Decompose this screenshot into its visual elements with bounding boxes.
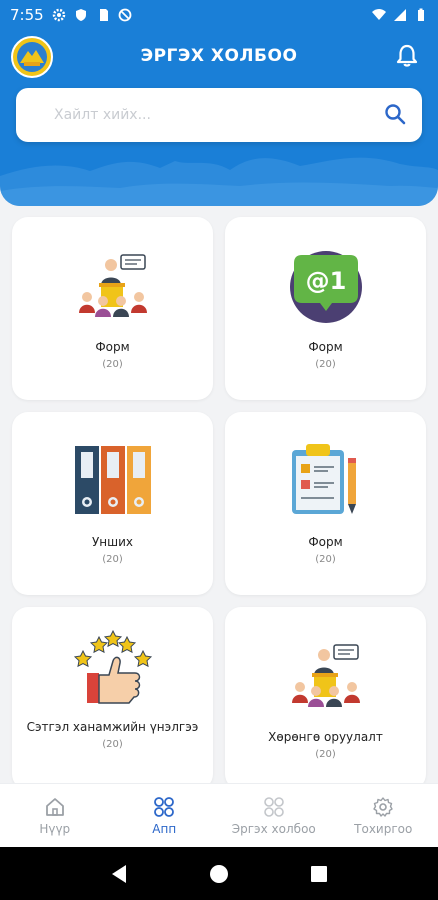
card-title: Хөрөнгө оруулалт <box>268 730 383 744</box>
app-card[interactable]: Форм (20) <box>225 412 426 595</box>
apps-icon <box>154 796 175 817</box>
status-time: 7:55 <box>10 6 44 24</box>
signal-icon <box>394 9 406 21</box>
app-grid: Форм (20) @1 Форм (20) Унших (20) Форм (… <box>12 217 427 790</box>
notification-bell-icon[interactable] <box>396 44 418 68</box>
card-title: Унших <box>91 535 134 549</box>
app-card[interactable]: Хөрөнгө оруулалт (20) <box>225 607 426 790</box>
back-icon[interactable] <box>110 864 128 884</box>
card-count: (20) <box>315 554 336 565</box>
thumbs-up-stars-icon <box>73 629 152 704</box>
presentation-icon <box>78 254 147 317</box>
apps-icon <box>263 796 284 817</box>
card-title: Форм <box>308 340 343 354</box>
card-count: (20) <box>315 359 336 370</box>
system-navigation-bar <box>0 847 438 900</box>
nav-label: Тохиргоо <box>354 821 413 836</box>
search-bar <box>16 88 422 142</box>
home-circle-icon[interactable] <box>209 864 229 884</box>
battery-icon <box>418 8 424 21</box>
mail-chat-icon: @1 <box>289 251 362 323</box>
wifi-icon <box>372 9 386 20</box>
svg-text:@1: @1 <box>305 267 346 295</box>
clipboard-icon <box>291 444 356 514</box>
bottom-navigation: Нүүр Апп Эргэх холбоо Тохиргоо <box>0 783 438 847</box>
app-card[interactable]: Сэтгэл ханамжийн үнэлгээ (20) <box>12 607 213 790</box>
home-icon <box>45 797 64 816</box>
card-count: (20) <box>102 739 123 750</box>
status-bar: 7:55 <box>0 0 438 30</box>
settings-status-icon <box>52 8 65 22</box>
nav-item-apps[interactable]: Апп <box>110 784 220 847</box>
nav-label: Эргэх холбоо <box>231 821 316 836</box>
card-title: Сэтгэл ханамжийн үнэлгээ <box>26 720 199 734</box>
app-card[interactable]: Унших (20) <box>12 412 213 595</box>
recents-icon[interactable] <box>310 865 328 883</box>
nav-item-settings[interactable]: Тохиргоо <box>329 784 438 847</box>
app-card[interactable]: Форм (20) <box>12 217 213 400</box>
nav-item-feedback[interactable]: Эргэх холбоо <box>219 784 329 847</box>
card-title: Форм <box>95 340 130 354</box>
page-title: ЭРГЭХ ХОЛБОО <box>140 46 298 66</box>
shield-status-icon <box>75 9 86 21</box>
card-count: (20) <box>102 554 123 565</box>
no-disturb-status-icon <box>118 8 132 22</box>
nav-label: Нүүр <box>39 821 71 836</box>
card-count: (20) <box>102 359 123 370</box>
search-icon[interactable] <box>384 103 406 125</box>
app-card[interactable]: @1 Форм (20) <box>225 217 426 400</box>
search-input[interactable] <box>54 100 364 130</box>
landscape-silhouette <box>0 157 438 206</box>
binders-icon <box>74 446 151 514</box>
sim-status-icon <box>99 9 108 21</box>
presentation-icon <box>291 644 360 707</box>
card-count: (20) <box>315 749 336 760</box>
gear-icon <box>373 796 393 817</box>
app-header: ЭРГЭХ ХОЛБОО <box>0 30 438 206</box>
nav-label: Апп <box>152 821 177 836</box>
nav-item-home[interactable]: Нүүр <box>0 784 110 847</box>
card-title: Форм <box>308 535 343 549</box>
